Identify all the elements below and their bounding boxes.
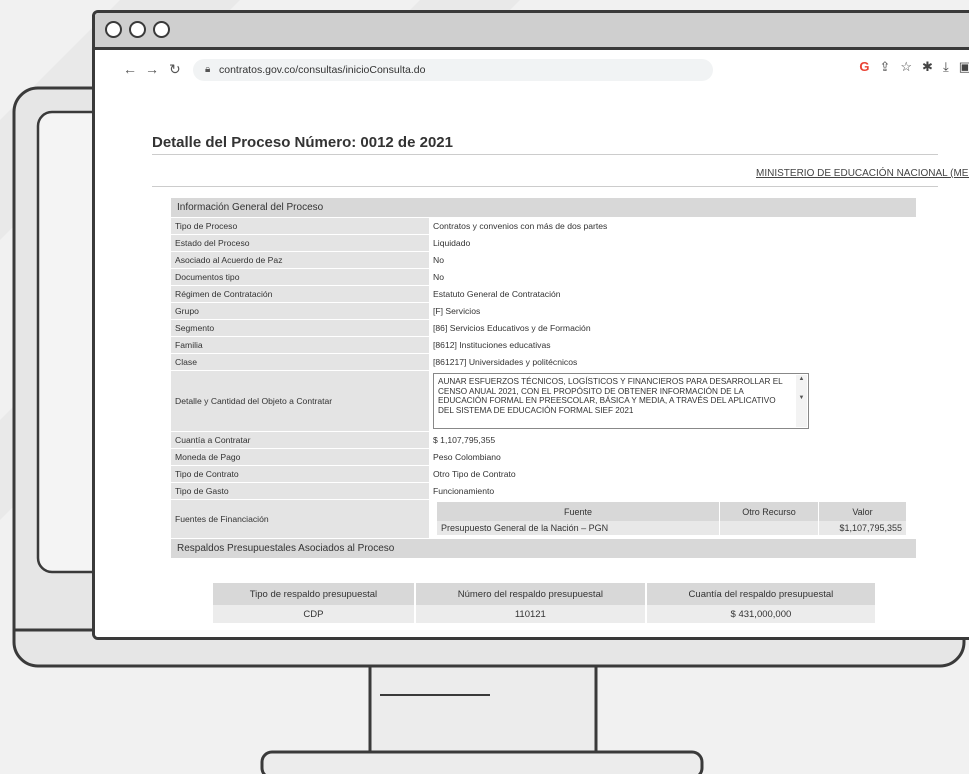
divider: [152, 154, 938, 155]
funding-table: Fuente Otro Recurso Valor Presupuesto Ge…: [437, 502, 907, 536]
table-row: CDP 110121 $ 431,000,000: [213, 605, 878, 623]
table-row: Tipo de Contrato Otro Tipo de Contrato: [171, 465, 916, 483]
budget-table: Tipo de respaldo presupuestal Número del…: [213, 583, 878, 623]
divider: [152, 186, 938, 187]
section-title: Respaldos Presupuestales Asociados al Pr…: [171, 538, 916, 559]
column-header: Valor: [818, 502, 907, 521]
page-content: Detalle del Proceso Número: 0012 de 2021…: [95, 90, 969, 637]
window-close-icon[interactable]: [105, 21, 122, 38]
column-header: Número del respaldo presupuestal: [414, 583, 647, 605]
window-titlebar: [95, 13, 969, 50]
share-icon[interactable]: ⇪: [879, 59, 900, 74]
page-title: Detalle del Proceso Número: 0012 de 2021: [152, 134, 453, 151]
window-maximize-icon[interactable]: [153, 21, 170, 38]
lock-icon: 🔒︎: [205, 64, 211, 75]
general-info-table: Información General del Proceso Tipo de …: [171, 198, 916, 559]
reload-icon[interactable]: ↻: [169, 61, 181, 78]
table-row: Estado del Proceso Liquidado: [171, 234, 916, 252]
table-row: Grupo [F] Servicios: [171, 302, 916, 320]
table-row: Fuentes de Financiación Fuente Otro Recu…: [171, 499, 916, 539]
url-text: contratos.gov.co/consultas/inicioConsult…: [219, 64, 426, 76]
entity-link[interactable]: MINISTERIO DE EDUCACIÓN NACIONAL (MEN): [756, 168, 969, 179]
table-row: Documentos tipo No: [171, 268, 916, 286]
detail-text: AUNAR ESFUERZOS TÉCNICOS, LOGÍSTICOS Y F…: [438, 377, 783, 415]
address-bar[interactable]: 🔒︎ contratos.gov.co/consultas/inicioCons…: [193, 59, 713, 81]
column-header: Cuantía del respaldo presupuestal: [645, 583, 878, 605]
section-title: Información General del Proceso: [171, 198, 916, 218]
table-row: Tipo de Gasto Funcionamiento: [171, 482, 916, 500]
column-header: Tipo de respaldo presupuestal: [213, 583, 416, 605]
table-row: Segmento [86] Servicios Educativos y de F…: [171, 319, 916, 337]
table-row: Tipo de Proceso Contratos y convenios con…: [171, 217, 916, 235]
sidepanel-icon[interactable]: ▣: [959, 59, 969, 74]
arrow-right-icon[interactable]: →: [145, 61, 159, 77]
table-row: Clase [861217] Universidades y politécnic…: [171, 353, 916, 371]
browser-toolbar: ← → ↻ 🔒︎ contratos.gov.co/consultas/inic…: [95, 50, 969, 90]
column-header: Fuente: [437, 502, 720, 521]
table-row: Detalle y Cantidad del Objeto a Contrata…: [171, 370, 916, 432]
download-icon[interactable]: ⤓: [943, 59, 959, 74]
detail-textarea[interactable]: AUNAR ESFUERZOS TÉCNICOS, LOGÍSTICOS Y F…: [433, 373, 809, 429]
scrollbar[interactable]: ▲ ▼: [796, 375, 807, 427]
google-icon[interactable]: G: [859, 59, 879, 74]
star-icon[interactable]: ☆: [900, 59, 922, 74]
table-row: Moneda de Pago Peso Colombiano: [171, 448, 916, 466]
table-row: Asociado al Acuerdo de Paz No: [171, 251, 916, 269]
table-row: Familia [8612] Instituciones educativas: [171, 336, 916, 354]
toolbar-icons: G⇪☆✱⤓▣: [859, 59, 969, 75]
table-row: Presupuesto General de la Nación – PGN $…: [437, 521, 907, 536]
extensions-icon[interactable]: ✱: [922, 59, 943, 74]
table-row: Cuantía a Contratar $ 1,107,795,355: [171, 431, 916, 449]
window-minimize-icon[interactable]: [129, 21, 146, 38]
browser-window: ← → ↻ 🔒︎ contratos.gov.co/consultas/inic…: [92, 10, 969, 640]
arrow-left-icon[interactable]: ←: [123, 61, 137, 77]
column-header: Otro Recurso: [719, 502, 819, 521]
table-row: Régimen de Contratación Estatuto General …: [171, 285, 916, 303]
